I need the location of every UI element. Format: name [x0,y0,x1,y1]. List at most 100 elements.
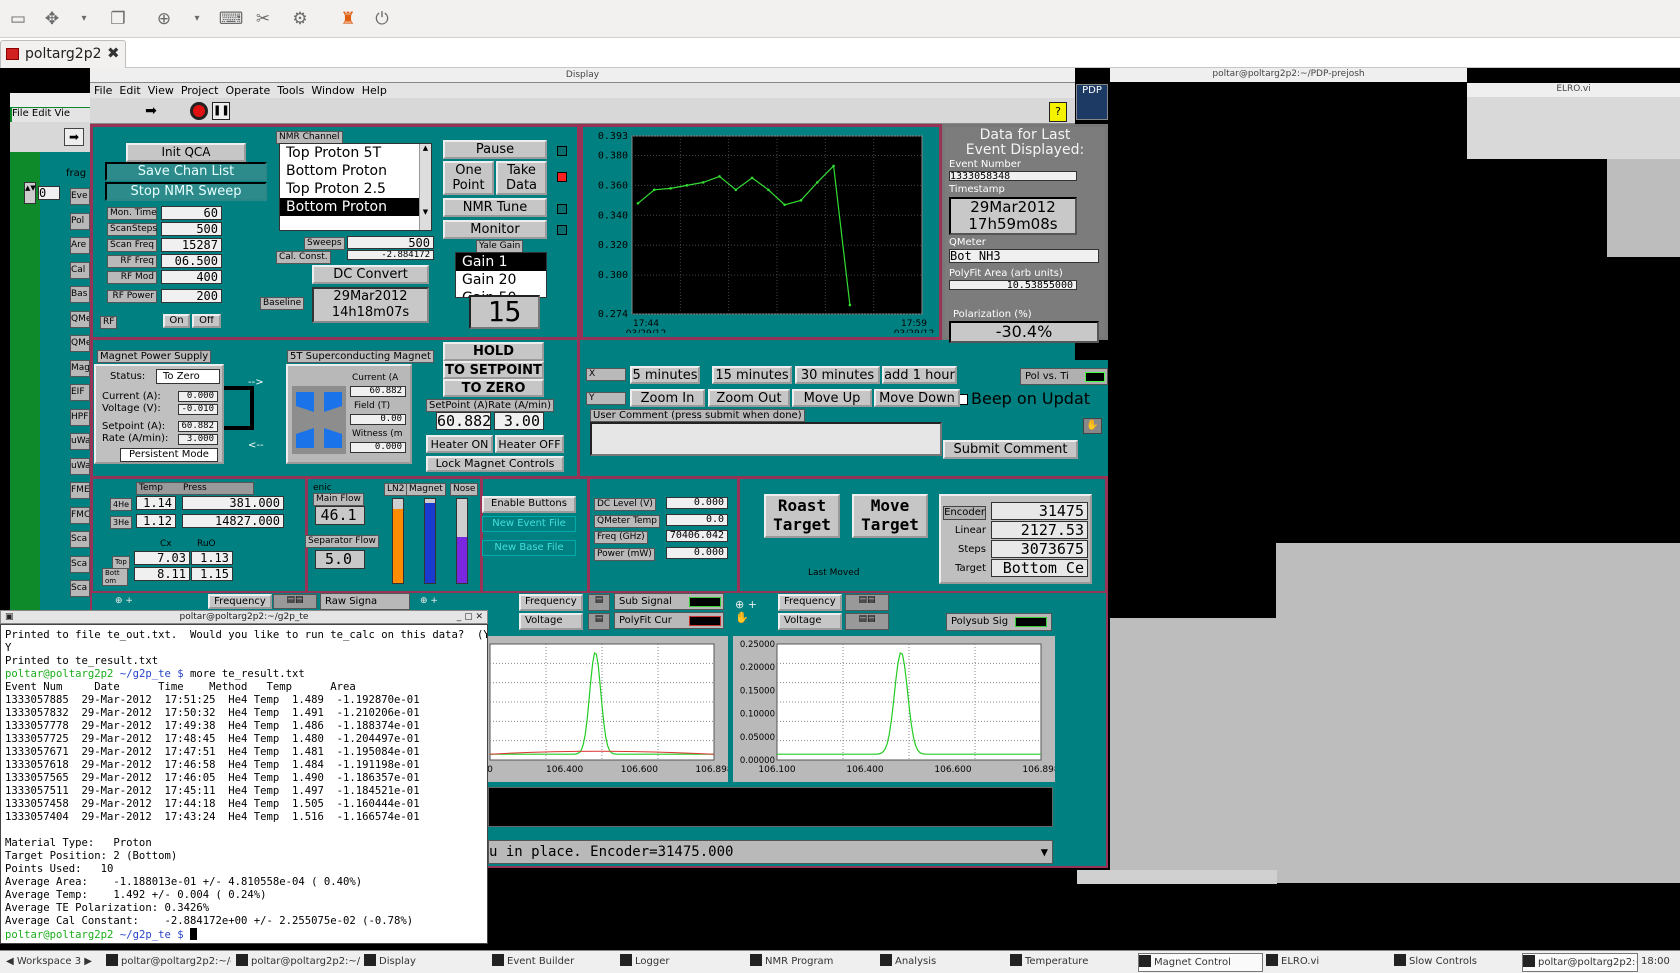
left-list-item[interactable]: Bas [70,286,90,303]
terminal-menu-icon[interactable]: ▣ [5,611,14,623]
lock-magnet-button[interactable]: Lock Magnet Controls [426,456,564,472]
taskbar-item[interactable]: Display [364,953,489,972]
frequency-selector-1[interactable]: Frequency [208,594,272,609]
stop-nmr-sweep-button[interactable]: Stop NMR Sweep [105,182,267,201]
left-list-item[interactable]: Pol [70,212,90,230]
rt-value[interactable]: 3.00 [494,412,544,430]
chevron-down-icon[interactable]: ▾ [74,9,94,29]
plug-icon[interactable]: ⏻ [372,9,392,29]
keyboard-icon[interactable]: ⌨ [218,9,244,29]
user-comment-input[interactable] [590,422,942,456]
taskbar-item[interactable]: Event Builder [492,953,617,972]
terminal[interactable]: Printed to file te_out.txt. Would you li… [0,624,488,944]
rf-off-button[interactable]: Off [192,314,221,328]
left-list-item[interactable]: EIF [70,384,90,401]
roast-target-button[interactable]: Roast Target [764,494,840,538]
channel-item[interactable]: Bottom Proton [280,162,419,180]
taskbar-item[interactable]: poltar@poltarg2p2:~/g2p_te [1522,953,1638,972]
left-list-item[interactable]: uWa [70,457,90,475]
taskbar-item[interactable]: Temperature [1010,953,1135,972]
taskbar-item[interactable]: NMR Program [750,953,875,972]
time-range-button[interactable]: 15 minutes [712,366,792,384]
nmr-tune-button[interactable]: NMR Tune [443,198,547,217]
tools-icon[interactable]: ✂ [253,9,273,29]
workspace-switcher[interactable]: ◀ Workspace 3 ▶ [6,953,101,972]
nmr-field-value[interactable]: 400 [161,270,222,284]
left-list-item[interactable]: uWa [70,433,90,450]
zoom-button[interactable]: Move Up [792,389,872,407]
zoom-button[interactable]: Move Down [874,389,960,407]
scale-icon[interactable]: ▤▤ [845,613,889,630]
menu-item-help[interactable]: Help [362,84,387,97]
left-list-item[interactable]: Eve [70,188,90,205]
help-icon[interactable]: ? [1049,102,1067,122]
channel-item[interactable]: Top Proton 5T [280,144,419,162]
scale-icon[interactable]: ▤▤ [845,594,889,611]
taskbar-item[interactable]: Magnet Control [1138,953,1263,972]
run-arrow-icon[interactable]: ➡ [142,102,160,120]
menu-item-file[interactable]: File [94,84,112,97]
taskbar-item[interactable]: poltar@poltarg2p2:~/PDP-pr [236,953,361,972]
chevron-down-icon[interactable]: ▾ [187,9,207,29]
nmr-field-value[interactable]: 06.500 [161,254,222,268]
pol-vs-time-selector[interactable]: Pol vs. Ti [1020,368,1108,385]
gain-item[interactable]: Gain 1 [456,253,546,271]
take-data-button[interactable]: Take Data [496,161,547,195]
run-arrow-icon[interactable]: ➡ [64,128,84,146]
taskbar-item[interactable]: ELRO.vi [1266,953,1391,972]
to-zero-button[interactable]: TO ZERO [443,379,544,397]
hand-icon[interactable]: ✋ [1083,418,1102,434]
host-tab[interactable]: poltarg2p2 ✖ [0,40,126,68]
menu-item-view[interactable]: View [148,84,174,97]
pause-button[interactable]: Pause [443,140,547,159]
raw-signal-selector[interactable]: Raw Signa [320,593,410,610]
left-list-item[interactable]: Sca [70,580,90,597]
menu-item-operate[interactable]: Operate [225,84,270,97]
sp-value[interactable]: 60.882 [436,412,491,430]
left-list-item[interactable]: QMe [70,335,90,352]
time-range-button[interactable]: 5 minutes [630,366,700,384]
left-list-item[interactable]: FME [70,482,90,499]
frequency-selector-3[interactable]: Frequency [778,594,842,611]
nmr-field-value[interactable]: 15287 [161,238,222,252]
channel-item[interactable]: Top Proton 2.5 [280,180,419,198]
init-qca-button[interactable]: Init QCA [126,143,246,162]
scale-icon[interactable]: ▤ [588,594,610,611]
dc-convert-button[interactable]: DC Convert [312,265,429,284]
window-icon[interactable]: ▭ [8,9,28,29]
monitor-button[interactable]: Monitor [443,220,547,239]
left-list-item[interactable]: Mag [70,359,90,377]
settings-icon[interactable]: ⚙ [290,9,310,29]
left-list-item[interactable]: Cal [70,261,90,279]
new-base-file-button[interactable]: New Base File [482,540,576,556]
one-point-button[interactable]: One Point [443,161,494,195]
new-event-file-button[interactable]: New Event File [482,516,576,532]
zoom-icon[interactable]: ⊕ [154,9,174,29]
taskbar-item[interactable]: Slow Controls [1394,953,1519,972]
left-list-item[interactable]: FMC [70,506,90,524]
time-range-button[interactable]: add 1 hour [882,366,957,384]
heater-off-button[interactable]: Heater OFF [495,435,564,453]
save-chan-list-button[interactable]: Save Chan List [105,162,267,181]
scale-icon[interactable]: ▤ [588,613,610,630]
nmr-field-value[interactable]: 60 [161,206,222,220]
polysub-signal-legend[interactable]: Polysub Sig [946,613,1052,631]
spin-control[interactable]: ▲▼ [24,182,36,204]
zoom-hand-tools[interactable]: ⊕ + ✋ [735,598,769,628]
pause-icon[interactable]: ❚❚ [212,102,230,120]
taskbar-item[interactable]: Analysis [880,953,1005,972]
channel-scrollbar[interactable]: ▲ ▼ [419,144,431,230]
heater-on-button[interactable]: Heater ON [426,435,493,453]
nmr-channel-list[interactable]: Top Proton 5T Bottom Proton Top Proton 2.5… [279,143,432,231]
submit-comment-button[interactable]: Submit Comment [943,440,1078,459]
move-target-button[interactable]: Move Target [852,494,928,538]
zoom-button[interactable]: Zoom Out [708,389,790,407]
left-list-item[interactable]: HPF [70,408,90,426]
to-setpoint-button[interactable]: TO SETPOINT [443,361,544,379]
window-buttons-icon[interactable]: _ ▢ ✕ [457,611,483,623]
record-icon[interactable] [190,102,208,120]
dropdown-arrow-icon[interactable]: ▼ [1041,841,1048,863]
menu-item-tools[interactable]: Tools [277,84,304,97]
setpoint-value[interactable]: 60.882 [178,421,218,432]
yale-gain-list[interactable]: Gain 1 Gain 20 Gain 50 [455,252,547,298]
